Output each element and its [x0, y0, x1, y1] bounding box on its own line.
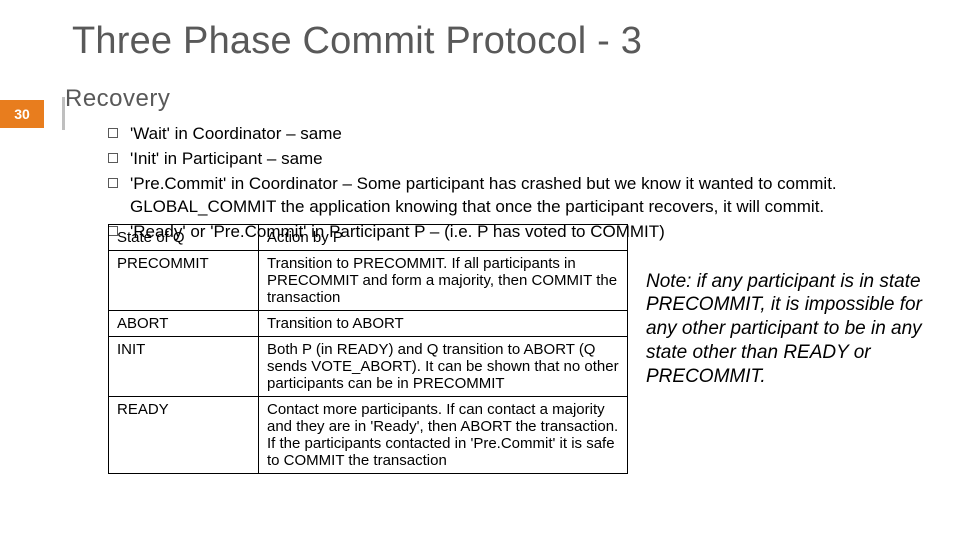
- state-action-table: State of Q Action by P PRECOMMIT Transit…: [108, 224, 628, 474]
- list-item: 'Init' in Participant – same: [108, 148, 948, 171]
- cell-state: PRECOMMIT: [109, 250, 259, 310]
- subtitle: Recovery: [65, 85, 170, 113]
- cell-action: Transition to ABORT: [259, 310, 628, 336]
- table-header-row: State of Q Action by P: [109, 224, 628, 250]
- table-row: READY Contact more participants. If can …: [109, 396, 628, 473]
- cell-state: ABORT: [109, 310, 259, 336]
- table-row: PRECOMMIT Transition to PRECOMMIT. If al…: [109, 250, 628, 310]
- bullet-icon: [108, 178, 118, 188]
- table-row: INIT Both P (in READY) and Q transition …: [109, 336, 628, 396]
- th-action: Action by P: [259, 224, 628, 250]
- slide: Three Phase Commit Protocol - 3 30 Recov…: [0, 0, 960, 540]
- page-number: 30: [14, 106, 30, 122]
- cell-action: Both P (in READY) and Q transition to AB…: [259, 336, 628, 396]
- lower-row: State of Q Action by P PRECOMMIT Transit…: [72, 224, 960, 474]
- bullet-icon: [108, 128, 118, 138]
- table-row: ABORT Transition to ABORT: [109, 310, 628, 336]
- bullet-text: 'Pre.Commit' in Coordinator – Some parti…: [130, 173, 948, 219]
- page-number-badge: 30: [0, 100, 44, 128]
- list-item: 'Pre.Commit' in Coordinator – Some parti…: [108, 173, 948, 219]
- cell-state: INIT: [109, 336, 259, 396]
- cell-action: Transition to PRECOMMIT. If all particip…: [259, 250, 628, 310]
- subtitle-row: Recovery: [65, 85, 960, 113]
- bullet-text: 'Init' in Participant – same: [130, 148, 323, 171]
- list-item: 'Wait' in Coordinator – same: [108, 123, 948, 146]
- th-state: State of Q: [109, 224, 259, 250]
- cell-state: READY: [109, 396, 259, 473]
- slide-title: Three Phase Commit Protocol - 3: [72, 20, 960, 63]
- subtitle-accent: [62, 97, 65, 130]
- side-note: Note: if any participant is in state PRE…: [646, 270, 951, 389]
- bullet-text: 'Wait' in Coordinator – same: [130, 123, 342, 146]
- bullet-icon: [108, 153, 118, 163]
- cell-action: Contact more participants. If can contac…: [259, 396, 628, 473]
